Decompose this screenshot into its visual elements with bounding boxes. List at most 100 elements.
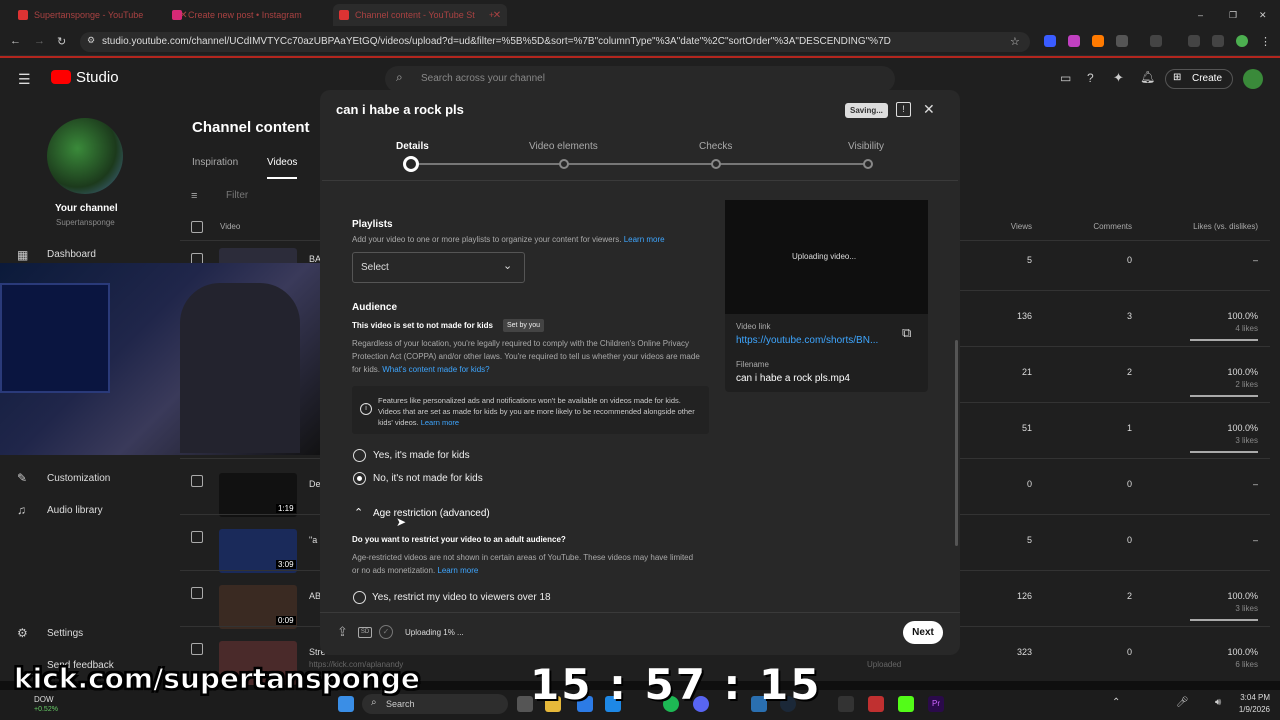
column-comments[interactable]: Comments [1080,222,1132,231]
tab-videos[interactable]: Videos [267,157,297,168]
radio-not-made-for-kids[interactable] [353,472,366,485]
radio-restrict-18[interactable] [353,591,366,604]
step-visibility[interactable]: Visibility [848,141,884,152]
video-title[interactable]: "a [309,535,317,545]
sidebar-item-settings[interactable]: Settings [47,628,83,639]
row-checkbox[interactable] [191,643,203,655]
step-checks[interactable]: Checks [699,141,732,152]
bookmark-star-icon[interactable]: ☆ [1010,35,1020,48]
kick-icon[interactable] [898,696,914,712]
tab-channel-content[interactable]: Channel content - YouTube St ✕ [333,4,508,26]
reload-icon[interactable]: ↻ [57,35,66,48]
extension-icon[interactable] [1092,35,1104,47]
select-all-checkbox[interactable] [191,221,203,233]
playlists-learn-more-link[interactable]: Learn more [624,235,665,244]
windows-start-icon[interactable] [338,696,354,712]
checks-icon: ✓ [379,625,393,639]
search-input[interactable]: Search across your channel [385,66,895,92]
volume-icon[interactable]: 🔊︎ [1215,697,1221,708]
set-by-you-badge: Set by you [503,319,545,332]
tab-instagram[interactable]: Create new post • Instagram✕ [172,4,344,26]
sidebar-item-customization[interactable]: Customization [47,473,110,484]
feedback-icon[interactable]: ▭ [1060,71,1071,85]
close-window-icon[interactable]: ✕ [1259,4,1267,26]
step-video-elements[interactable]: Video elements [529,141,598,152]
extension-icon[interactable] [1068,35,1080,47]
terminal-icon[interactable] [838,696,854,712]
likes-bar [1190,451,1258,453]
youtube-logo-icon[interactable] [51,70,71,84]
row-checkbox[interactable] [191,531,203,543]
maximize-icon[interactable]: ❐ [1229,4,1237,26]
reading-list-icon[interactable] [1212,35,1224,47]
tab-inspiration[interactable]: Inspiration [192,157,238,168]
account-avatar[interactable] [1243,69,1263,89]
channel-name: Supertansponge [56,218,115,227]
audio-library-icon: ♫ [17,503,26,517]
made-for-kids-label[interactable]: Yes, it's made for kids [373,450,470,461]
tab-youtube[interactable]: Supertansponge - YouTube ✕ [18,4,188,26]
download-icon[interactable] [1188,35,1200,47]
comments-cell: 0 [1126,647,1132,657]
next-button[interactable]: Next [903,621,943,644]
back-icon[interactable]: ← [10,35,21,47]
age-question: Do you want to restrict your video to an… [352,535,566,544]
video-title[interactable]: De [309,479,321,489]
age-restriction-toggle[interactable]: Age restriction (advanced) [373,508,490,519]
step-dot [863,159,873,169]
radio-made-for-kids[interactable] [353,449,366,462]
taskbar-search[interactable]: Search [362,694,508,714]
column-video[interactable]: Video [220,222,240,231]
playlist-select-dropdown[interactable]: Select [352,252,525,283]
info-text: Features like personalized ads and notif… [378,396,695,427]
filter-input[interactable]: Filter [226,190,248,201]
webcam-overlay [0,263,324,455]
playlists-title: Playlists [352,219,393,230]
video-link[interactable]: https://youtube.com/shorts/BN... [736,335,878,346]
row-checkbox[interactable] [191,587,203,599]
views-cell: 323 [1016,647,1032,657]
profile-icon[interactable] [1236,35,1248,47]
age-description: Age-restricted videos are not shown in c… [352,553,694,575]
url-field[interactable]: studio.youtube.com/channel/UCdIMVTYCc70a… [80,32,1030,52]
sparkle-icon[interactable]: ✦ [1113,70,1124,86]
split-view-icon[interactable] [1150,35,1162,47]
extension-icon[interactable] [1044,35,1056,47]
dialog-scrollbar[interactable] [955,340,958,546]
comments-cell: 0 [1126,255,1132,265]
taskbar-time[interactable]: 3:04 PM [1230,693,1270,702]
taskbar-date[interactable]: 1/9/2026 [1224,705,1270,714]
forward-icon[interactable]: → [34,35,45,47]
whats-kids-content-link[interactable]: What's content made for kids? [382,365,489,374]
not-made-for-kids-label[interactable]: No, it's not made for kids [373,473,483,484]
copy-icon[interactable]: ⧉ [902,325,911,341]
sidebar-item-dashboard[interactable]: Dashboard [47,249,96,260]
channel-avatar[interactable] [47,118,123,194]
app-icon[interactable] [868,696,884,712]
extensions-puzzle-icon[interactable] [1116,35,1128,47]
filter-icon[interactable]: ≡ [191,190,197,202]
info-learn-more-link[interactable]: Learn more [421,418,459,427]
premiere-pro-icon[interactable]: Pr [928,696,944,712]
audience-title: Audience [352,302,398,313]
notifications-icon[interactable]: 🔔︎ [1140,70,1155,84]
microphone-icon[interactable]: 🎤︎ [1176,697,1189,708]
studio-logo[interactable]: Studio [76,69,119,86]
step-details[interactable]: Details [396,141,429,152]
new-tab-button[interactable]: + [489,4,494,26]
browser-menu-icon[interactable]: ⋮ [1260,35,1271,48]
column-likes[interactable]: Likes (vs. dislikes) [1160,222,1258,231]
row-checkbox[interactable] [191,475,203,487]
restrict-18-label[interactable]: Yes, restrict my video to viewers over 1… [372,592,551,603]
column-views[interactable]: Views [990,222,1032,231]
hamburger-menu-icon[interactable]: ☰ [18,71,31,88]
chevron-up-icon[interactable]: ⌃ [354,506,363,519]
age-learn-more-link[interactable]: Learn more [437,566,478,575]
sidebar-item-audio-library[interactable]: Audio library [47,505,103,516]
close-icon[interactable]: ✕ [923,101,935,118]
report-issue-icon[interactable]: ! [896,102,911,117]
tray-chevron-icon[interactable]: ⌃ [1112,697,1120,708]
site-info-icon[interactable]: ⚙ [87,35,95,46]
minimize-icon[interactable]: – [1198,4,1203,26]
help-icon[interactable]: ? [1087,71,1094,85]
